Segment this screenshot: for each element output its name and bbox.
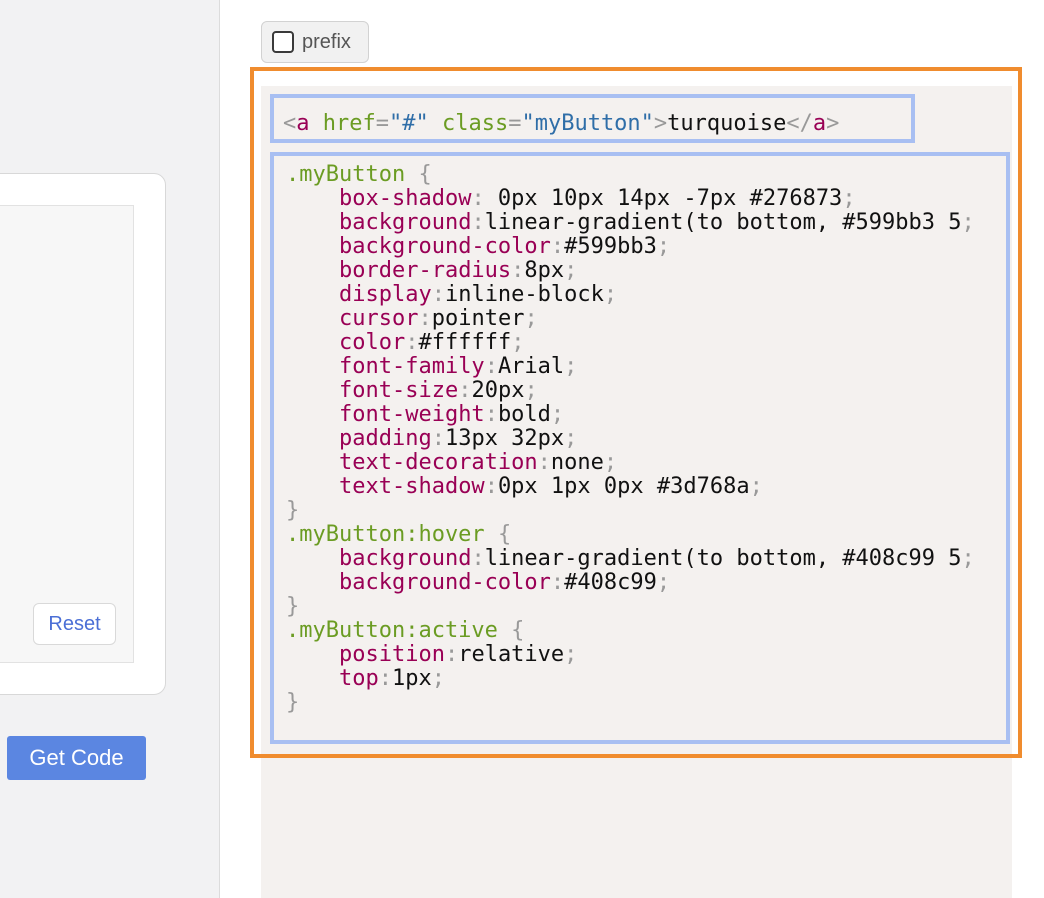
- left-panel: Reset Get Code: [0, 0, 220, 898]
- prefix-label: prefix: [302, 30, 351, 53]
- code-output-highlight: [250, 67, 1022, 758]
- prefix-checkbox[interactable]: [272, 31, 294, 53]
- get-code-button[interactable]: Get Code: [7, 736, 146, 780]
- button-preview-area: [0, 205, 134, 663]
- reset-button[interactable]: Reset: [33, 603, 116, 645]
- prefix-toggle[interactable]: prefix: [261, 21, 369, 63]
